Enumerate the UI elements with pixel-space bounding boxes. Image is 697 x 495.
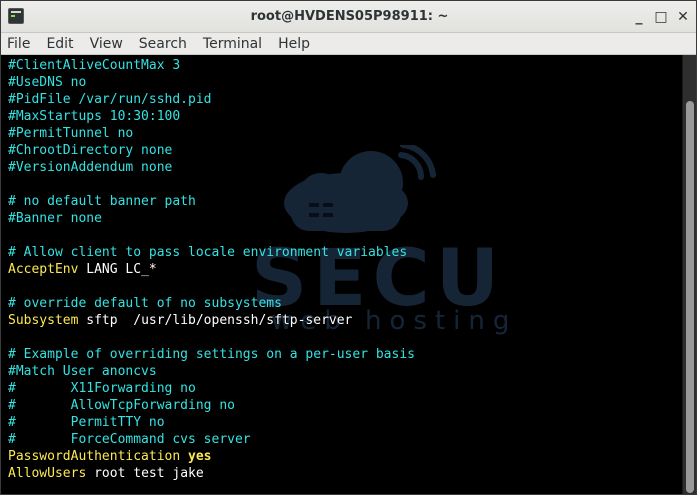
terminal-line: AcceptEnv LANG LC_* — [8, 261, 415, 278]
terminal-content[interactable]: SECU web hosting #ClientAliveCountMax 3 #… — [1, 55, 684, 494]
menu-file[interactable]: File — [7, 36, 30, 52]
terminal-text-segment: # Allow client to pass locale environmen… — [8, 245, 408, 260]
terminal-text-segment: PasswordAuthentication — [8, 449, 181, 464]
terminal-text-segment: #VersionAddendum none — [8, 160, 173, 175]
terminal-text-segment: #MaxStartups 10:30:100 — [8, 109, 181, 124]
menu-search[interactable]: Search — [139, 36, 187, 52]
file-text[interactable]: #ClientAliveCountMax 3 #UseDNS no #PidFile… — [8, 57, 415, 482]
terminal-text-segment: # override default of no subsystems — [8, 296, 282, 311]
terminal-text-segment: #UseDNS no — [8, 75, 87, 90]
terminal-text-segment: #Banner none — [8, 211, 102, 226]
terminal-line: #Banner none — [8, 210, 415, 227]
terminal-text-segment: yes — [188, 449, 212, 464]
terminal-text-segment: #ClientAliveCountMax 3 — [8, 58, 181, 73]
terminal-text-segment: # ForceCommand cvs server — [8, 432, 251, 447]
terminal-text-segment: # no default banner path — [8, 194, 196, 209]
terminal-text-segment: # PermitTTY no — [8, 415, 165, 430]
terminal-line: #UseDNS no — [8, 74, 415, 91]
menu-terminal[interactable]: Terminal — [203, 36, 262, 52]
terminal-line: #ClientAliveCountMax 3 — [8, 57, 415, 74]
terminal-line: #VersionAddendum none — [8, 159, 415, 176]
menu-bar: File Edit View Search Terminal Help — [1, 33, 696, 55]
terminal-line: # no default banner path — [8, 193, 415, 210]
scrollbar-thumb[interactable] — [686, 101, 694, 493]
title-bar[interactable]: root@HVDENS05P98911: ~ _ □ ✕ — [1, 1, 696, 33]
terminal-text-segment: root test jake — [86, 466, 204, 481]
terminal-line: #PidFile /var/run/sshd.pid — [8, 91, 415, 108]
terminal-line: # ForceCommand cvs server — [8, 431, 415, 448]
minimize-icon[interactable]: _ — [632, 7, 646, 27]
terminal-line: #PermitTunnel no — [8, 125, 415, 142]
terminal-text-segment: # X11Forwarding no — [8, 381, 196, 396]
terminal-line: # X11Forwarding no — [8, 380, 415, 397]
window-title: root@HVDENS05P98911: ~ — [250, 9, 449, 24]
terminal-text-segment: sftp /usr/lib/openssh/sftp-server — [78, 313, 353, 328]
close-icon[interactable]: ✕ — [676, 7, 690, 27]
terminal-line: # override default of no subsystems — [8, 295, 415, 312]
terminal-text-segment: # AllowTcpForwarding no — [8, 398, 235, 413]
window-controls: _ □ ✕ — [632, 7, 690, 27]
terminal-window: root@HVDENS05P98911: ~ _ □ ✕ File Edit V… — [0, 0, 697, 495]
terminal-line: #Match User anoncvs — [8, 363, 415, 380]
terminal-line: PasswordAuthentication yes — [8, 448, 415, 465]
maximize-icon[interactable]: □ — [654, 7, 668, 27]
terminal-line: #ChrootDirectory none — [8, 142, 415, 159]
terminal-text-segment: LANG LC_* — [78, 262, 157, 277]
terminal-line: # AllowTcpForwarding no — [8, 397, 415, 414]
terminal-line: # PermitTTY no — [8, 414, 415, 431]
terminal-line: AllowUsers root test jake — [8, 465, 415, 482]
terminal-text-segment: #PidFile /var/run/sshd.pid — [8, 92, 212, 107]
terminal-line: Subsystem sftp /usr/lib/openssh/sftp-ser… — [8, 312, 415, 329]
terminal-text-segment: # Example of overriding settings on a pe… — [8, 347, 415, 362]
terminal-line: # Example of overriding settings on a pe… — [8, 346, 415, 363]
terminal-line: # Allow client to pass locale environmen… — [8, 244, 415, 261]
terminal-text-segment: #ChrootDirectory none — [8, 143, 173, 158]
menu-help[interactable]: Help — [278, 36, 310, 52]
terminal-text-segment: Subsystem — [8, 313, 79, 328]
vertical-scrollbar[interactable] — [682, 55, 696, 494]
terminal-text-segment: #Match User anoncvs — [8, 364, 157, 379]
terminal-line: #MaxStartups 10:30:100 — [8, 108, 415, 125]
terminal-text-segment: AllowUsers — [8, 466, 87, 481]
terminal-text-segment: AcceptEnv — [8, 262, 79, 277]
menu-edit[interactable]: Edit — [46, 36, 73, 52]
terminal-text-segment: #PermitTunnel no — [8, 126, 134, 141]
menu-view[interactable]: View — [90, 36, 123, 52]
